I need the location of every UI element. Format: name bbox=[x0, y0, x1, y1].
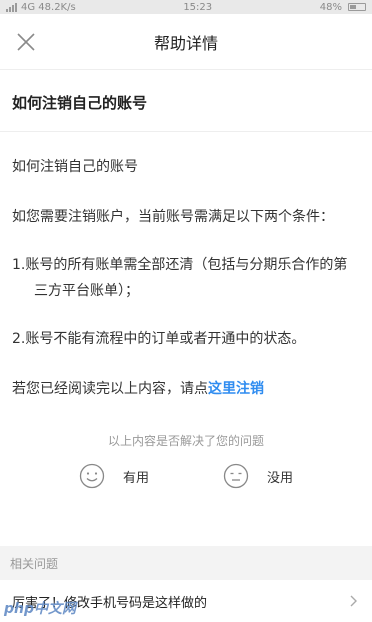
condition-item-1: 1.账号的所有账单需全部还清（包括与分期乐合作的第三方平台账单）； bbox=[12, 257, 348, 299]
network-speed: 4G 48.2K/s bbox=[21, 1, 76, 13]
article-intro: 如您需要注销账户，当前账号需满足以下两个条件： bbox=[12, 209, 334, 225]
neutral-face-icon bbox=[223, 463, 249, 489]
closing-text: 若您已经阅读完以上内容，请点 bbox=[12, 381, 208, 397]
chevron-right-icon bbox=[350, 595, 357, 607]
article-title: 如何注销自己的账号 bbox=[0, 70, 372, 132]
battery-percent: 48% bbox=[319, 1, 342, 13]
condition-item-2: 2.账号不能有流程中的订单或者开通中的状态。 bbox=[12, 331, 306, 347]
php-watermark-logo: php中文网 bbox=[4, 601, 77, 617]
useless-button[interactable]: 没用 bbox=[223, 463, 293, 489]
nav-bar: 帮助详情 bbox=[0, 14, 372, 70]
useful-label: 有用 bbox=[122, 470, 149, 486]
cancel-account-link[interactable]: 这里注销 bbox=[208, 381, 264, 397]
article-content: 如何注销自己的账号 如何注销自己的账号 如您需要注销账户，当前账号需满足以下两个… bbox=[0, 70, 372, 489]
battery-icon bbox=[347, 3, 366, 11]
feedback-question: 以上内容是否解决了您的问题 bbox=[107, 434, 264, 448]
related-header: 相关问题 bbox=[0, 546, 372, 580]
feedback-row: 有用 没用 bbox=[12, 463, 360, 489]
smile-face-icon bbox=[79, 463, 105, 489]
useful-button[interactable]: 有用 bbox=[79, 463, 149, 489]
status-time: 15:23 bbox=[183, 1, 213, 13]
useless-label: 没用 bbox=[266, 470, 293, 486]
signal-icon bbox=[6, 2, 17, 12]
status-right: 48% bbox=[320, 2, 366, 13]
close-icon[interactable] bbox=[12, 28, 40, 56]
status-left: 4G 48.2K/s bbox=[6, 2, 76, 13]
article-subtitle: 如何注销自己的账号 bbox=[12, 159, 138, 175]
status-bar: 4G 48.2K/s 15:23 48% bbox=[0, 0, 372, 14]
page-title: 帮助详情 bbox=[153, 33, 218, 53]
article-closing: 若您已经阅读完以上内容，请点这里注销 bbox=[12, 376, 360, 402]
